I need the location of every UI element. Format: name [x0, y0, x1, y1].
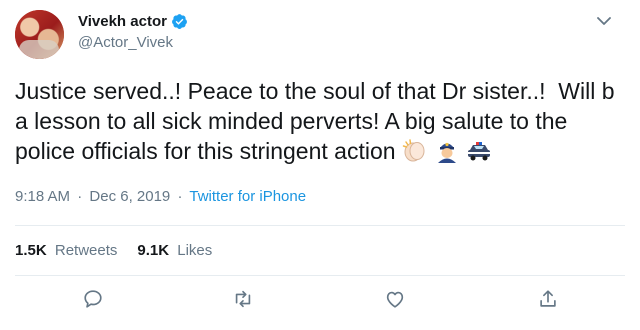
tweet-date[interactable]: Dec 6, 2019 — [89, 188, 170, 205]
tweet-actions — [0, 288, 640, 318]
tweet-stats: 1.5K Retweets 9.1K Likes — [15, 242, 232, 259]
police-car-emoji-icon — [467, 142, 490, 161]
verified-badge-icon — [172, 14, 187, 29]
author-name-row[interactable]: Vivekh actor — [78, 13, 188, 30]
retweet-button[interactable] — [232, 288, 258, 314]
divider-top — [15, 225, 625, 226]
retweets-count: 1.5K — [15, 242, 47, 259]
avatar[interactable] — [15, 10, 64, 59]
tweet-time[interactable]: 9:18 AM — [15, 188, 70, 205]
retweets-stat[interactable]: 1.5K Retweets — [15, 242, 117, 259]
reply-icon — [84, 290, 102, 308]
divider-bottom — [15, 275, 625, 276]
like-button[interactable] — [384, 288, 410, 314]
tweet-meta: 9:18 AM · Dec 6, 2019 · Twitter for iPho… — [15, 188, 306, 205]
avatar-photo-detail — [19, 40, 59, 59]
author-display-name[interactable]: Vivekh actor — [78, 13, 167, 30]
reply-button[interactable] — [82, 288, 108, 314]
like-icon — [386, 291, 404, 308]
likes-label: Likes — [177, 242, 213, 259]
clapping-hands-emoji-icon — [402, 139, 425, 162]
retweets-label: Retweets — [54, 242, 118, 259]
tweet-body: Justice served..! Peace to the soul of t… — [15, 78, 621, 164]
author-handle[interactable]: @Actor_Vivek — [78, 34, 173, 51]
retweet-icon — [235, 290, 251, 308]
tweet-source-link[interactable]: Twitter for iPhone — [189, 188, 306, 205]
meta-separator-2: · — [177, 188, 183, 205]
likes-count: 9.1K — [137, 242, 170, 259]
share-button[interactable] — [537, 288, 563, 314]
share-icon — [540, 290, 556, 307]
tweet-card: Vivekh actor @Actor_Vivek Justice served… — [0, 0, 640, 330]
meta-separator: · — [77, 188, 83, 205]
police-officer-emoji-icon — [437, 142, 456, 163]
chevron-down-icon[interactable] — [597, 16, 611, 26]
tweet-text: Justice served..! Peace to the soul of t… — [15, 76, 627, 166]
likes-stat[interactable]: 9.1K Likes — [137, 242, 212, 259]
